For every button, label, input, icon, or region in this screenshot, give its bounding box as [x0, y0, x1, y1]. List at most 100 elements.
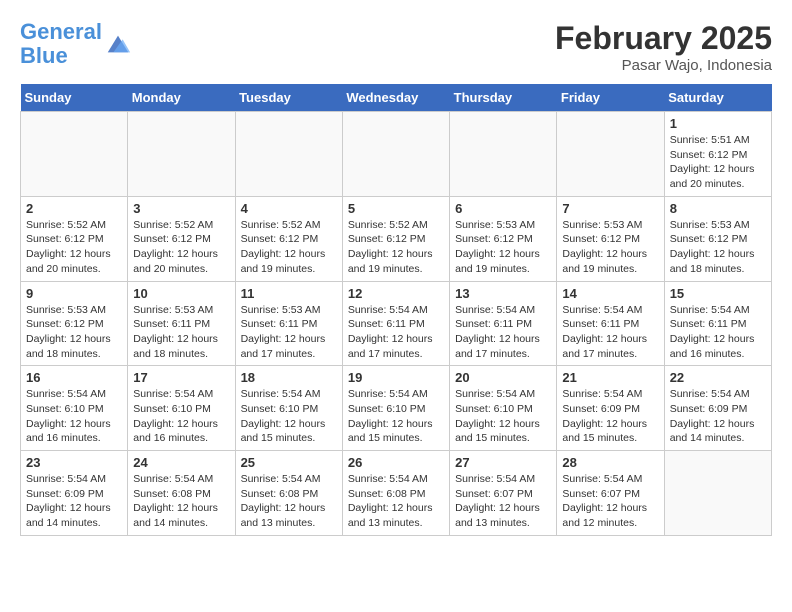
calendar-week-4: 16 Sunrise: 5:54 AM Sunset: 6:10 PM Dayli… [21, 366, 772, 451]
day-number: 10 [133, 286, 229, 301]
calendar-cell: 1Sunrise: 5:51 AM Sunset: 6:12 PM Daylig… [664, 112, 771, 197]
logo-line2: Blue [20, 43, 68, 68]
logo-line1: General [20, 19, 102, 44]
calendar-cell [664, 451, 771, 536]
calendar-week-5: 23 Sunrise: 5:54 AM Sunset: 6:09 PM Dayli… [21, 451, 772, 536]
day-info: Sunrise: 5:54 AM Sunset: 6:10 PM Dayligh… [26, 387, 122, 446]
day-info: Sunrise: 5:54 AM Sunset: 6:09 PM Dayligh… [670, 387, 766, 446]
day-info: Sunrise: 5:52 AM Sunset: 6:12 PM Dayligh… [133, 218, 229, 277]
day-info: Sunrise: 5:52 AM Sunset: 6:12 PM Dayligh… [348, 218, 444, 277]
day-info: Sunrise: 5:53 AM Sunset: 6:12 PM Dayligh… [670, 218, 766, 277]
day-info: Sunrise: 5:53 AM Sunset: 6:12 PM Dayligh… [455, 218, 551, 277]
day-info: Sunrise: 5:54 AM Sunset: 6:09 PM Dayligh… [562, 387, 658, 446]
calendar-cell: 10 Sunrise: 5:53 AM Sunset: 6:11 PM Dayli… [128, 281, 235, 366]
calendar-cell: 7 Sunrise: 5:53 AM Sunset: 6:12 PM Daylig… [557, 196, 664, 281]
calendar-cell: 5Sunrise: 5:52 AM Sunset: 6:12 PM Daylig… [342, 196, 449, 281]
day-info: Sunrise: 5:54 AM Sunset: 6:10 PM Dayligh… [348, 387, 444, 446]
calendar-cell: 27 Sunrise: 5:54 AM Sunset: 6:07 PM Dayli… [450, 451, 557, 536]
day-number: 24 [133, 455, 229, 470]
title-block: February 2025 Pasar Wajo, Indonesia [555, 20, 772, 74]
calendar-cell: 20 Sunrise: 5:54 AM Sunset: 6:10 PM Dayli… [450, 366, 557, 451]
day-number: 14 [562, 286, 658, 301]
day-info: Sunrise: 5:54 AM Sunset: 6:11 PM Dayligh… [455, 303, 551, 362]
day-number: 23 [26, 455, 122, 470]
weekday-header-sunday: Sunday [21, 84, 128, 112]
calendar-cell: 21 Sunrise: 5:54 AM Sunset: 6:09 PM Dayli… [557, 366, 664, 451]
calendar-week-3: 9 Sunrise: 5:53 AM Sunset: 6:12 PM Daylig… [21, 281, 772, 366]
day-info: Sunrise: 5:54 AM Sunset: 6:10 PM Dayligh… [455, 387, 551, 446]
day-number: 7 [562, 201, 658, 216]
weekday-header-wednesday: Wednesday [342, 84, 449, 112]
weekday-header-friday: Friday [557, 84, 664, 112]
day-info: Sunrise: 5:54 AM Sunset: 6:09 PM Dayligh… [26, 472, 122, 531]
calendar-cell: 25 Sunrise: 5:54 AM Sunset: 6:08 PM Dayli… [235, 451, 342, 536]
day-info: Sunrise: 5:51 AM Sunset: 6:12 PM Dayligh… [670, 133, 766, 192]
day-number: 19 [348, 370, 444, 385]
calendar-cell: 9 Sunrise: 5:53 AM Sunset: 6:12 PM Daylig… [21, 281, 128, 366]
day-number: 2 [26, 201, 122, 216]
calendar-week-1: 1Sunrise: 5:51 AM Sunset: 6:12 PM Daylig… [21, 112, 772, 197]
day-info: Sunrise: 5:54 AM Sunset: 6:08 PM Dayligh… [348, 472, 444, 531]
day-number: 15 [670, 286, 766, 301]
day-number: 22 [670, 370, 766, 385]
day-number: 25 [241, 455, 337, 470]
calendar-cell: 6 Sunrise: 5:53 AM Sunset: 6:12 PM Daylig… [450, 196, 557, 281]
calendar-cell: 18 Sunrise: 5:54 AM Sunset: 6:10 PM Dayli… [235, 366, 342, 451]
calendar-cell: 28Sunrise: 5:54 AM Sunset: 6:07 PM Dayli… [557, 451, 664, 536]
day-number: 6 [455, 201, 551, 216]
day-number: 4 [241, 201, 337, 216]
day-info: Sunrise: 5:53 AM Sunset: 6:12 PM Dayligh… [562, 218, 658, 277]
day-info: Sunrise: 5:54 AM Sunset: 6:10 PM Dayligh… [133, 387, 229, 446]
day-number: 17 [133, 370, 229, 385]
day-number: 20 [455, 370, 551, 385]
calendar-cell [21, 112, 128, 197]
logo-text: General Blue [20, 20, 102, 68]
calendar-cell: 26 Sunrise: 5:54 AM Sunset: 6:08 PM Dayli… [342, 451, 449, 536]
logo: General Blue [20, 20, 132, 68]
calendar-cell: 2 Sunrise: 5:52 AM Sunset: 6:12 PM Daylig… [21, 196, 128, 281]
day-info: Sunrise: 5:54 AM Sunset: 6:11 PM Dayligh… [562, 303, 658, 362]
day-info: Sunrise: 5:54 AM Sunset: 6:07 PM Dayligh… [455, 472, 551, 531]
weekday-header-row: SundayMondayTuesdayWednesdayThursdayFrid… [21, 84, 772, 112]
day-number: 16 [26, 370, 122, 385]
calendar-week-2: 2 Sunrise: 5:52 AM Sunset: 6:12 PM Daylig… [21, 196, 772, 281]
location: Pasar Wajo, Indonesia [555, 57, 772, 74]
calendar-table: SundayMondayTuesdayWednesdayThursdayFrid… [20, 84, 772, 536]
calendar-cell: 4 Sunrise: 5:52 AM Sunset: 6:12 PM Daylig… [235, 196, 342, 281]
calendar-cell: 17 Sunrise: 5:54 AM Sunset: 6:10 PM Dayli… [128, 366, 235, 451]
day-number: 12 [348, 286, 444, 301]
calendar-cell: 22 Sunrise: 5:54 AM Sunset: 6:09 PM Dayli… [664, 366, 771, 451]
day-number: 9 [26, 286, 122, 301]
day-info: Sunrise: 5:53 AM Sunset: 6:11 PM Dayligh… [133, 303, 229, 362]
day-number: 21 [562, 370, 658, 385]
calendar-cell: 11Sunrise: 5:53 AM Sunset: 6:11 PM Dayli… [235, 281, 342, 366]
day-info: Sunrise: 5:54 AM Sunset: 6:07 PM Dayligh… [562, 472, 658, 531]
day-info: Sunrise: 5:54 AM Sunset: 6:11 PM Dayligh… [670, 303, 766, 362]
calendar-cell [450, 112, 557, 197]
day-number: 26 [348, 455, 444, 470]
day-info: Sunrise: 5:54 AM Sunset: 6:08 PM Dayligh… [133, 472, 229, 531]
calendar-cell [128, 112, 235, 197]
calendar-cell: 24 Sunrise: 5:54 AM Sunset: 6:08 PM Dayli… [128, 451, 235, 536]
weekday-header-saturday: Saturday [664, 84, 771, 112]
day-number: 18 [241, 370, 337, 385]
day-number: 8 [670, 201, 766, 216]
day-number: 11 [241, 286, 337, 301]
day-number: 27 [455, 455, 551, 470]
day-info: Sunrise: 5:52 AM Sunset: 6:12 PM Dayligh… [26, 218, 122, 277]
weekday-header-tuesday: Tuesday [235, 84, 342, 112]
day-info: Sunrise: 5:53 AM Sunset: 6:12 PM Dayligh… [26, 303, 122, 362]
day-info: Sunrise: 5:52 AM Sunset: 6:12 PM Dayligh… [241, 218, 337, 277]
calendar-cell: 8 Sunrise: 5:53 AM Sunset: 6:12 PM Daylig… [664, 196, 771, 281]
month-title: February 2025 [555, 20, 772, 57]
page-header: General Blue February 2025 Pasar Wajo, I… [20, 20, 772, 74]
calendar-cell: 16 Sunrise: 5:54 AM Sunset: 6:10 PM Dayli… [21, 366, 128, 451]
calendar-cell [342, 112, 449, 197]
day-info: Sunrise: 5:54 AM Sunset: 6:10 PM Dayligh… [241, 387, 337, 446]
weekday-header-thursday: Thursday [450, 84, 557, 112]
calendar-cell [557, 112, 664, 197]
weekday-header-monday: Monday [128, 84, 235, 112]
calendar-cell: 3Sunrise: 5:52 AM Sunset: 6:12 PM Daylig… [128, 196, 235, 281]
day-info: Sunrise: 5:54 AM Sunset: 6:08 PM Dayligh… [241, 472, 337, 531]
calendar-cell: 19 Sunrise: 5:54 AM Sunset: 6:10 PM Dayli… [342, 366, 449, 451]
